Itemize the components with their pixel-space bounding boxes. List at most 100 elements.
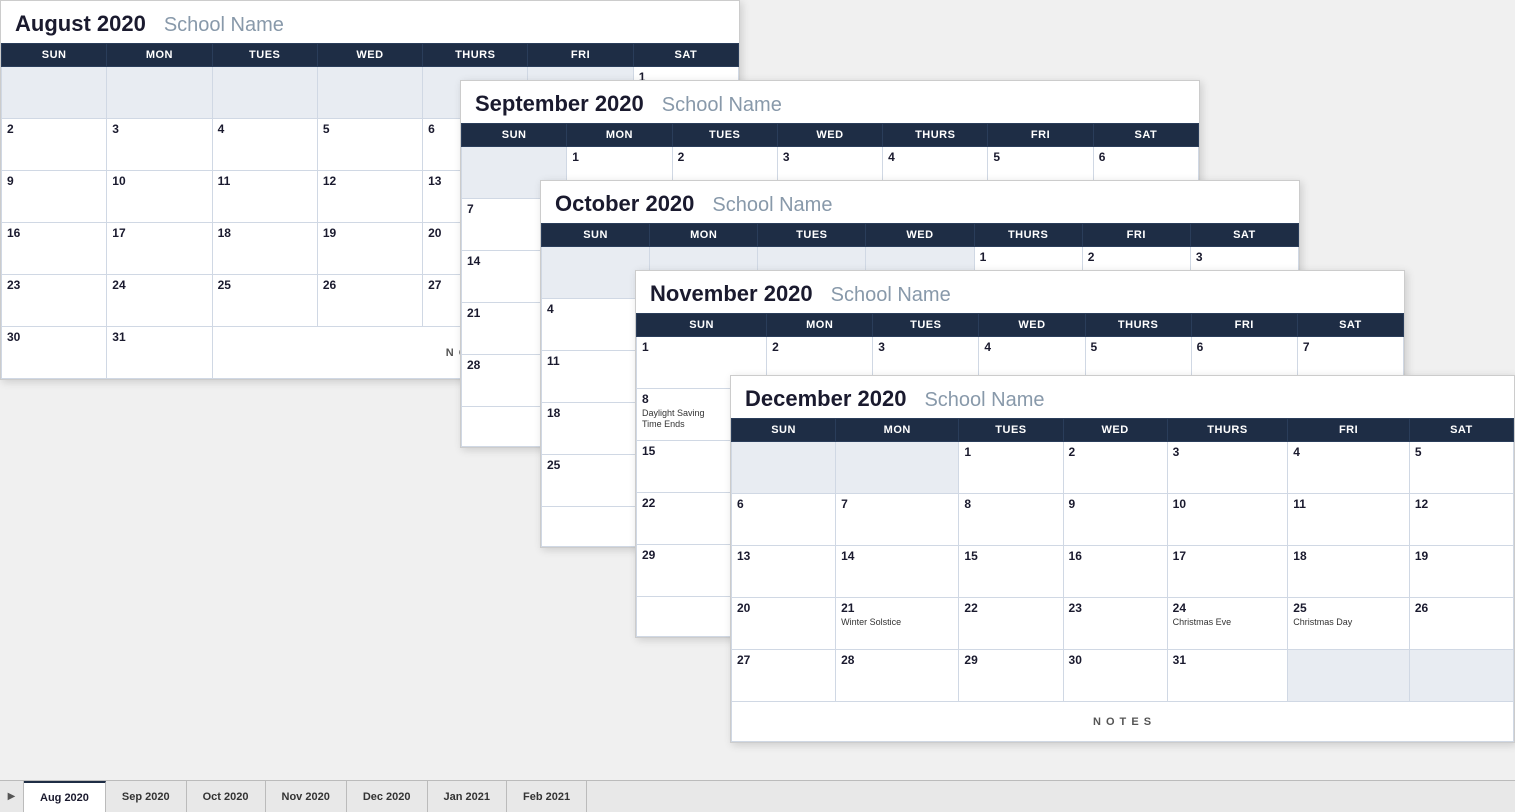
nov-thurs-header: THURS xyxy=(1085,314,1191,337)
oct-tues-header: TUES xyxy=(758,224,866,247)
table-row xyxy=(212,67,317,119)
nov-sun-header: SUN xyxy=(637,314,767,337)
oct-sat-header: SAT xyxy=(1190,224,1298,247)
aug-school: School Name xyxy=(164,14,284,37)
aug-wed-header: WED xyxy=(317,44,422,67)
dec-sat-header: SAT xyxy=(1409,419,1513,442)
tab-aug-2020[interactable]: Aug 2020 xyxy=(24,781,106,812)
oct-title: October 2020 xyxy=(555,191,694,217)
table-row: 31 xyxy=(1167,650,1288,702)
nov-school: School Name xyxy=(831,284,951,307)
table-row: 30 xyxy=(1063,650,1167,702)
table-row: 3 xyxy=(107,119,212,171)
table-row: 9 xyxy=(1063,494,1167,546)
dec-sun-header: SUN xyxy=(732,419,836,442)
table-row: 4 xyxy=(542,299,650,351)
table-row: 25 xyxy=(542,455,650,507)
table-row: 4 xyxy=(1288,442,1410,494)
dec-mon-header: MON xyxy=(836,419,959,442)
tab-feb-2021[interactable]: Feb 2021 xyxy=(507,781,587,812)
table-row: 20 xyxy=(732,598,836,650)
table-row: 17 xyxy=(1167,546,1288,598)
nov-sat-header: SAT xyxy=(1297,314,1403,337)
table-row: 24Christmas Eve xyxy=(1167,598,1288,650)
table-row: 16 xyxy=(2,223,107,275)
tab-scroll-left[interactable]: ▶ xyxy=(0,781,24,812)
tab-nov-2020[interactable]: Nov 2020 xyxy=(266,781,347,812)
sep-tues-header: TUES xyxy=(672,124,777,147)
table-row: 24 xyxy=(107,275,212,327)
sep-title: September 2020 xyxy=(475,91,644,117)
tab-oct-2020[interactable]: Oct 2020 xyxy=(187,781,266,812)
nov-title: November 2020 xyxy=(650,281,813,307)
dec-school: School Name xyxy=(924,389,1044,412)
table-row: 19 xyxy=(1409,546,1513,598)
table-row: 11 xyxy=(1288,494,1410,546)
nov-mon-header: MON xyxy=(767,314,873,337)
oct-mon-header: MON xyxy=(650,224,758,247)
table-row: 2 xyxy=(2,119,107,171)
table-row: 1 xyxy=(959,442,1063,494)
dec-wed-header: WED xyxy=(1063,419,1167,442)
table-row: 18 xyxy=(212,223,317,275)
sep-wed-header: WED xyxy=(777,124,882,147)
table-row: 28 xyxy=(836,650,959,702)
aug-fri-header: FRI xyxy=(528,44,633,67)
table-row: 15 xyxy=(959,546,1063,598)
table-row: 19 xyxy=(317,223,422,275)
december-calendar: December 2020 School Name SUN MON TUES W… xyxy=(730,375,1515,743)
table-row xyxy=(2,67,107,119)
table-row: 21Winter Solstice xyxy=(836,598,959,650)
table-row: 12 xyxy=(317,171,422,223)
aug-thurs-header: THURS xyxy=(423,44,528,67)
table-row: 27 xyxy=(732,650,836,702)
oct-sun-header: SUN xyxy=(542,224,650,247)
table-row: 6 xyxy=(732,494,836,546)
table-row: 31 xyxy=(107,327,212,379)
aug-mon-header: MON xyxy=(107,44,212,67)
table-row: 5 xyxy=(317,119,422,171)
dec-title: December 2020 xyxy=(745,386,906,412)
table-row: 7 xyxy=(836,494,959,546)
sep-sat-header: SAT xyxy=(1093,124,1198,147)
table-row xyxy=(107,67,212,119)
table-row xyxy=(732,442,836,494)
tab-jan-2021[interactable]: Jan 2021 xyxy=(428,781,507,812)
table-row: 30 xyxy=(2,327,107,379)
tab-sep-2020[interactable]: Sep 2020 xyxy=(106,781,187,812)
table-row: 5 xyxy=(1409,442,1513,494)
table-row: 18 xyxy=(542,403,650,455)
tab-dec-2020[interactable]: Dec 2020 xyxy=(347,781,428,812)
sep-fri-header: FRI xyxy=(988,124,1093,147)
table-row: 26 xyxy=(1409,598,1513,650)
table-row: 3 xyxy=(1167,442,1288,494)
table-row: 18 xyxy=(1288,546,1410,598)
aug-tues-header: TUES xyxy=(212,44,317,67)
oct-fri-header: FRI xyxy=(1082,224,1190,247)
table-row xyxy=(542,247,650,299)
table-row xyxy=(317,67,422,119)
nov-wed-header: WED xyxy=(979,314,1085,337)
table-row: 12 xyxy=(1409,494,1513,546)
aug-sat-header: SAT xyxy=(633,44,738,67)
table-row: 23 xyxy=(1063,598,1167,650)
table-row: 10 xyxy=(107,171,212,223)
dec-thurs-header: THURS xyxy=(1167,419,1288,442)
oct-thurs-header: THURS xyxy=(974,224,1082,247)
nov-fri-header: FRI xyxy=(1191,314,1297,337)
table-row: 9 xyxy=(2,171,107,223)
sep-mon-header: MON xyxy=(567,124,672,147)
table-row: 29 xyxy=(959,650,1063,702)
table-row: 13 xyxy=(732,546,836,598)
table-row: 8 xyxy=(959,494,1063,546)
sep-sun-header: SUN xyxy=(462,124,567,147)
sep-thurs-header: THURS xyxy=(883,124,988,147)
aug-title: August 2020 xyxy=(15,11,146,37)
table-row: 22 xyxy=(959,598,1063,650)
tab-bar: ▶ Aug 2020 Sep 2020 Oct 2020 Nov 2020 De… xyxy=(0,780,1515,812)
table-row: 16 xyxy=(1063,546,1167,598)
table-row: 10 xyxy=(1167,494,1288,546)
table-row xyxy=(1288,650,1410,702)
oct-school: School Name xyxy=(712,194,832,217)
table-row: 14 xyxy=(836,546,959,598)
